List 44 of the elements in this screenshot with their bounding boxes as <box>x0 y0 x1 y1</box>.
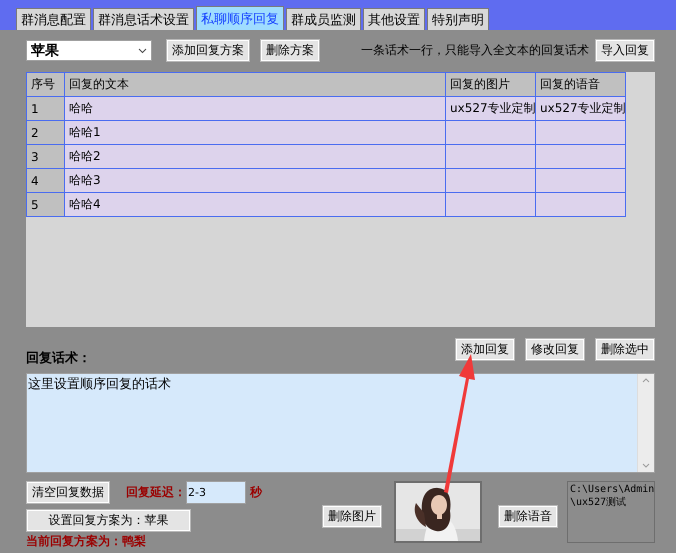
reply-label: 回复话术： <box>26 350 91 367</box>
table-cell: 哈哈3 <box>65 169 446 193</box>
delete-voice-button[interactable]: 删除语音 <box>498 505 558 528</box>
delete-image-button[interactable]: 删除图片 <box>322 505 382 528</box>
table-cell: 哈哈 <box>65 97 446 121</box>
table-cell: 3 <box>27 145 65 169</box>
column-header: 序号 <box>27 73 65 97</box>
import-button[interactable]: 导入回复 <box>595 39 655 62</box>
column-header: 回复的语音 <box>536 73 626 97</box>
delay-unit: 秒 <box>250 484 262 501</box>
table-cell: ux527专业定制 <box>536 97 626 121</box>
set-scheme-button[interactable]: 设置回复方案为：苹果 <box>26 509 191 532</box>
scroll-down-icon[interactable] <box>642 463 650 468</box>
table-cell: 哈哈4 <box>65 193 446 217</box>
table-cell: 1 <box>27 97 65 121</box>
reply-text-area[interactable]: 这里设置顺序回复的话术 <box>26 373 655 473</box>
column-header: 回复的图片 <box>446 73 536 97</box>
column-header: 回复的文本 <box>65 73 446 97</box>
import-hint: 一条话术一行，只能导入全文本的回复话术 <box>361 42 589 59</box>
voice-path-text: C:\Users\Admin \ux527测试 <box>567 481 655 543</box>
tab[interactable]: 特别声明 <box>427 8 489 30</box>
tab[interactable]: 私聊顺序回复 <box>196 6 284 30</box>
table-cell: ux527专业定制 <box>446 97 536 121</box>
reply-action-button[interactable]: 删除选中 <box>595 338 655 361</box>
table-cell: 4 <box>27 169 65 193</box>
tab[interactable]: 群消息话术设置 <box>93 8 194 30</box>
delete-scheme-button[interactable]: 删除方案 <box>260 39 320 62</box>
reply-action-button[interactable]: 添加回复 <box>455 338 515 361</box>
reply-action-button[interactable]: 修改回复 <box>525 338 585 361</box>
delay-label: 回复延迟： <box>126 484 186 501</box>
table-cell: 2 <box>27 121 65 145</box>
add-scheme-button[interactable]: 添加回复方案 <box>166 39 250 62</box>
table-cell: 哈哈1 <box>65 121 446 145</box>
tab[interactable]: 其他设置 <box>363 8 425 30</box>
delay-input[interactable]: 2-3 <box>186 481 246 504</box>
chevron-icon <box>138 48 147 54</box>
tab[interactable]: 群消息配置 <box>16 8 91 30</box>
scroll-up-icon[interactable] <box>642 378 650 383</box>
table-cell: 5 <box>27 193 65 217</box>
current-scheme-text: 当前回复方案为：鸭梨 <box>26 533 147 550</box>
tab[interactable]: 群成员监测 <box>286 8 361 30</box>
table-cell: 哈哈2 <box>65 145 446 169</box>
scheme-dropdown[interactable]: 苹果 <box>26 40 152 61</box>
clear-data-button[interactable]: 清空回复数据 <box>26 481 110 504</box>
